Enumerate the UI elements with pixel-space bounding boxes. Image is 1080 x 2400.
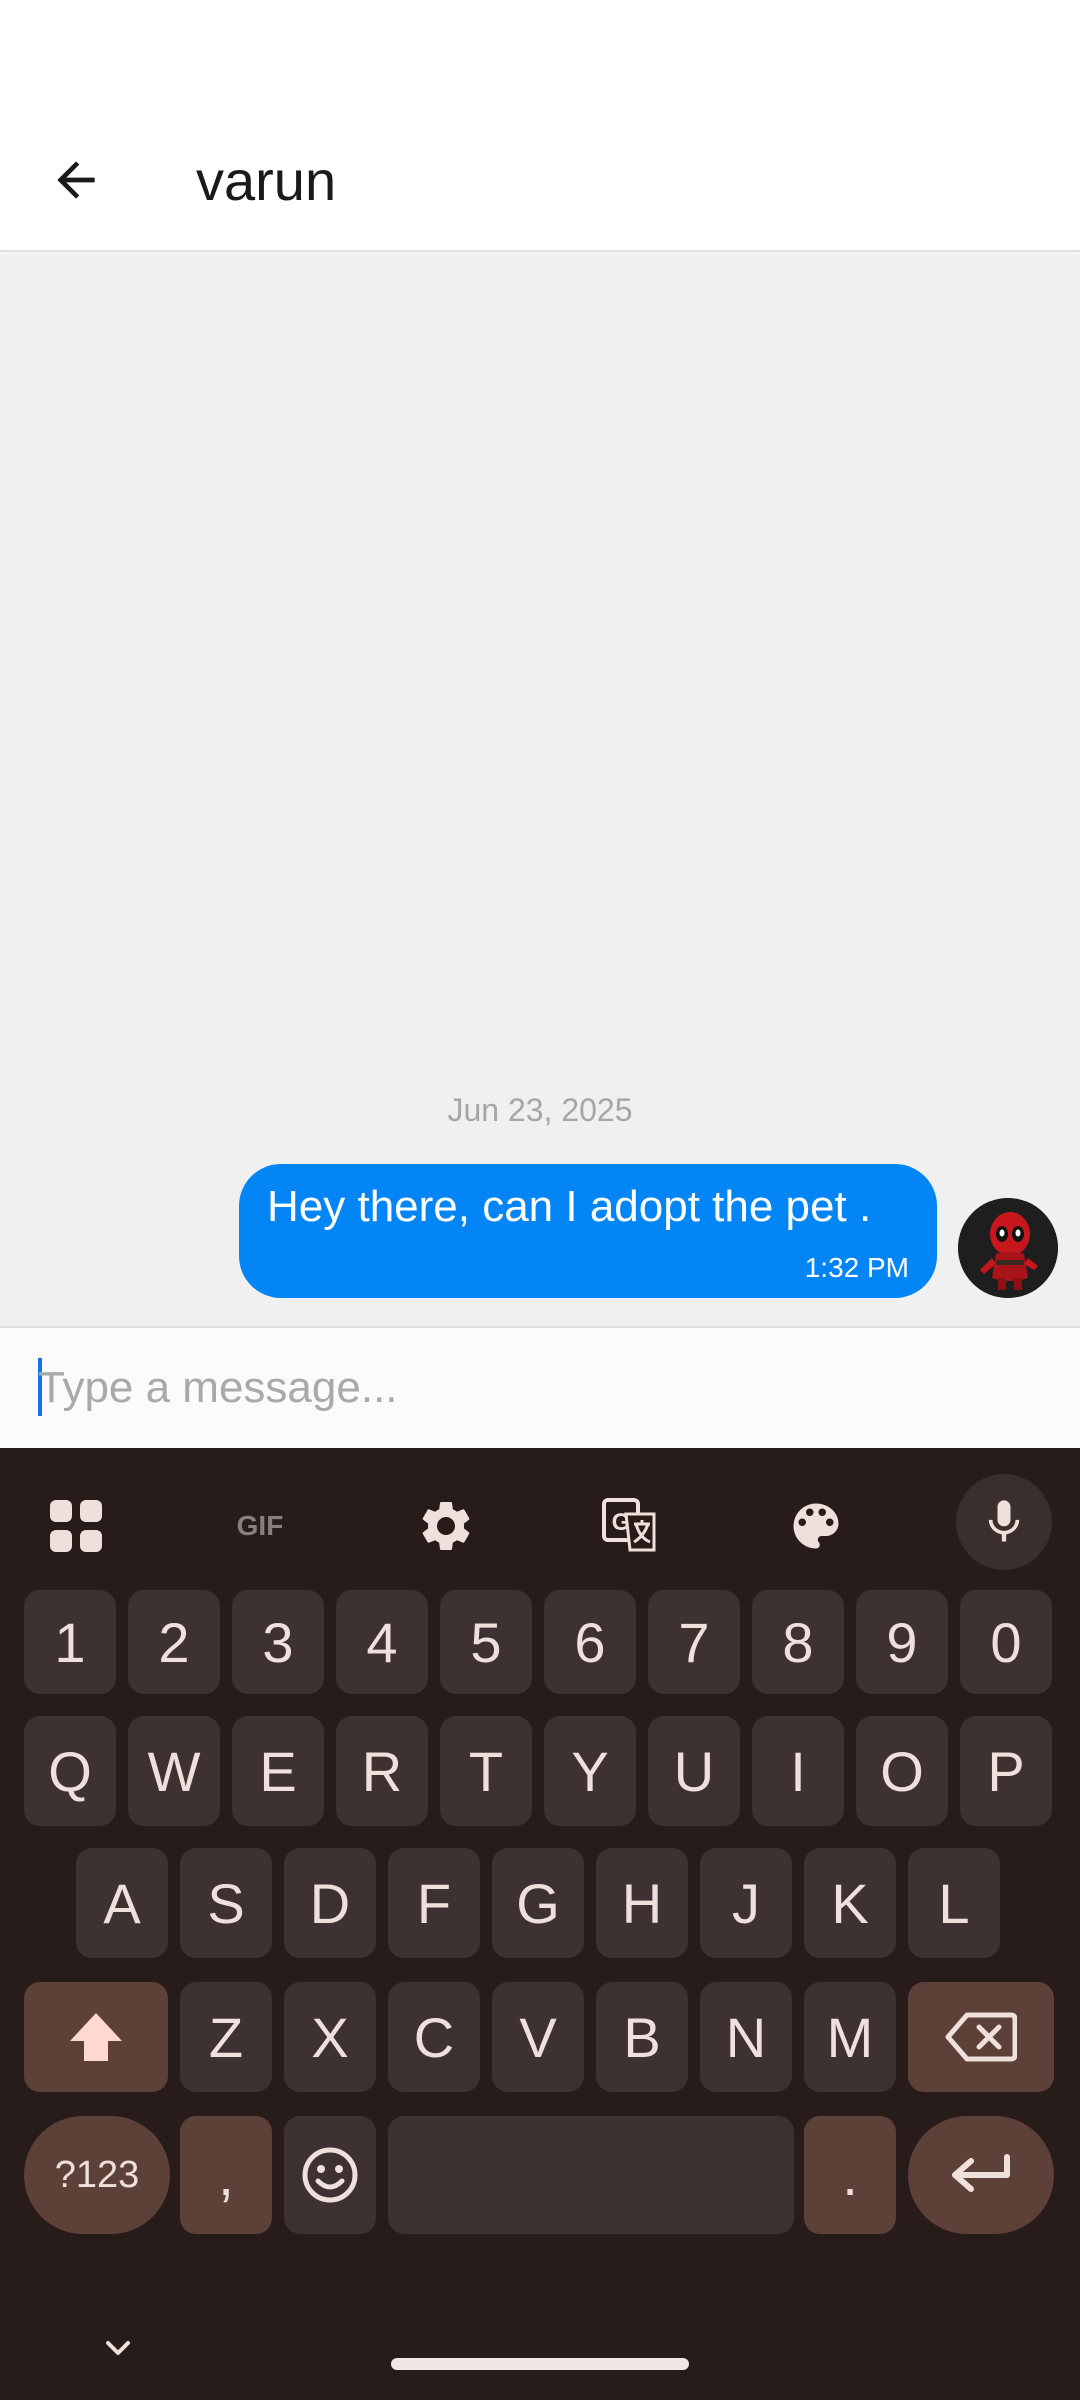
enter-arrow-icon <box>952 2154 1010 2192</box>
chat-area[interactable]: Jun 23, 2025 Hey there, can I adopt the … <box>0 254 1080 1326</box>
message-composer <box>0 1326 1080 1448</box>
translate-button[interactable]: G <box>582 1478 678 1574</box>
key-u[interactable]: U <box>648 1716 740 1826</box>
settings-gear-icon <box>422 1502 470 1550</box>
message-time: 1:32 PM <box>804 1252 909 1283</box>
key-y[interactable]: Y <box>544 1716 636 1826</box>
app-bar: varun <box>0 110 1080 252</box>
settings-button[interactable] <box>398 1478 494 1574</box>
apps-grid-icon <box>50 1500 102 1552</box>
key-j[interactable]: J <box>700 1848 792 1958</box>
backspace-icon <box>945 2012 1017 2062</box>
translate-icon: G <box>602 1498 656 1552</box>
key-n[interactable]: N <box>700 1982 792 2092</box>
key-8[interactable]: 8 <box>752 1590 844 1694</box>
comma-key[interactable]: , <box>180 2116 272 2234</box>
shift-key[interactable] <box>24 1982 168 2092</box>
key-q[interactable]: Q <box>24 1716 116 1826</box>
key-9[interactable]: 9 <box>856 1590 948 1694</box>
key-4[interactable]: 4 <box>336 1590 428 1694</box>
key-d[interactable]: D <box>284 1848 376 1958</box>
key-s[interactable]: S <box>180 1848 272 1958</box>
message-text: Hey there, can I adopt the pet . <box>267 1182 872 1231</box>
key-c[interactable]: C <box>388 1982 480 2092</box>
key-l[interactable]: L <box>908 1848 1000 1958</box>
key-7[interactable]: 7 <box>648 1590 740 1694</box>
apps-grid-button[interactable] <box>28 1478 124 1574</box>
key-2[interactable]: 2 <box>128 1590 220 1694</box>
voice-input-button[interactable] <box>956 1474 1052 1570</box>
home-indicator[interactable] <box>391 2358 689 2370</box>
key-f[interactable]: F <box>388 1848 480 1958</box>
key-v[interactable]: V <box>492 1982 584 2092</box>
key-m[interactable]: M <box>804 1982 896 2092</box>
shift-arrow-icon <box>70 2013 122 2061</box>
key-k[interactable]: K <box>804 1848 896 1958</box>
key-o[interactable]: O <box>856 1716 948 1826</box>
enter-key[interactable] <box>908 2116 1054 2234</box>
back-button[interactable] <box>36 140 116 220</box>
key-i[interactable]: I <box>752 1716 844 1826</box>
avatar <box>958 1198 1058 1298</box>
symbols-key[interactable]: ?123 <box>24 2116 170 2234</box>
gif-button[interactable]: GIF <box>212 1478 308 1574</box>
key-b[interactable]: B <box>596 1982 688 2092</box>
period-key[interactable]: . <box>804 2116 896 2234</box>
key-6[interactable]: 6 <box>544 1590 636 1694</box>
key-x[interactable]: X <box>284 1982 376 2092</box>
space-bar[interactable] <box>388 2116 794 2234</box>
date-separator: Jun 23, 2025 <box>447 1092 633 1128</box>
key-5[interactable]: 5 <box>440 1590 532 1694</box>
message-bubble-outgoing[interactable]: Hey there, can I adopt the pet . 1:32 PM <box>239 1164 937 1298</box>
gif-icon: GIF <box>237 1511 284 1541</box>
key-z[interactable]: Z <box>180 1982 272 2092</box>
backspace-key[interactable] <box>908 1982 1054 2092</box>
key-h[interactable]: H <box>596 1848 688 1958</box>
key-e[interactable]: E <box>232 1716 324 1826</box>
palette-icon <box>793 1503 839 1549</box>
microphone-icon <box>988 1500 1020 1542</box>
key-w[interactable]: W <box>128 1716 220 1826</box>
key-1[interactable]: 1 <box>24 1590 116 1694</box>
svg-text:GIF: GIF <box>237 1511 284 1541</box>
arrow-left-icon <box>57 161 95 199</box>
key-t[interactable]: T <box>440 1716 532 1826</box>
theme-button[interactable] <box>768 1478 864 1574</box>
key-3[interactable]: 3 <box>232 1590 324 1694</box>
emoji-key[interactable] <box>284 2116 376 2234</box>
on-screen-keyboard: GIF G 1 2 3 4 5 6 7 8 9 0 Q W E R T Y U … <box>0 1448 1080 2400</box>
key-a[interactable]: A <box>76 1848 168 1958</box>
avatar-image <box>958 1198 1058 1298</box>
emoji-smiley-icon <box>302 2147 358 2203</box>
chevron-down-icon <box>106 2341 130 2355</box>
status-bar <box>0 0 1080 110</box>
key-g[interactable]: G <box>492 1848 584 1958</box>
hide-keyboard-button[interactable] <box>88 2318 148 2378</box>
key-p[interactable]: P <box>960 1716 1052 1826</box>
conversation-title: varun <box>196 149 337 212</box>
key-0[interactable]: 0 <box>960 1590 1052 1694</box>
message-input[interactable] <box>38 1348 1038 1428</box>
key-r[interactable]: R <box>336 1716 428 1826</box>
